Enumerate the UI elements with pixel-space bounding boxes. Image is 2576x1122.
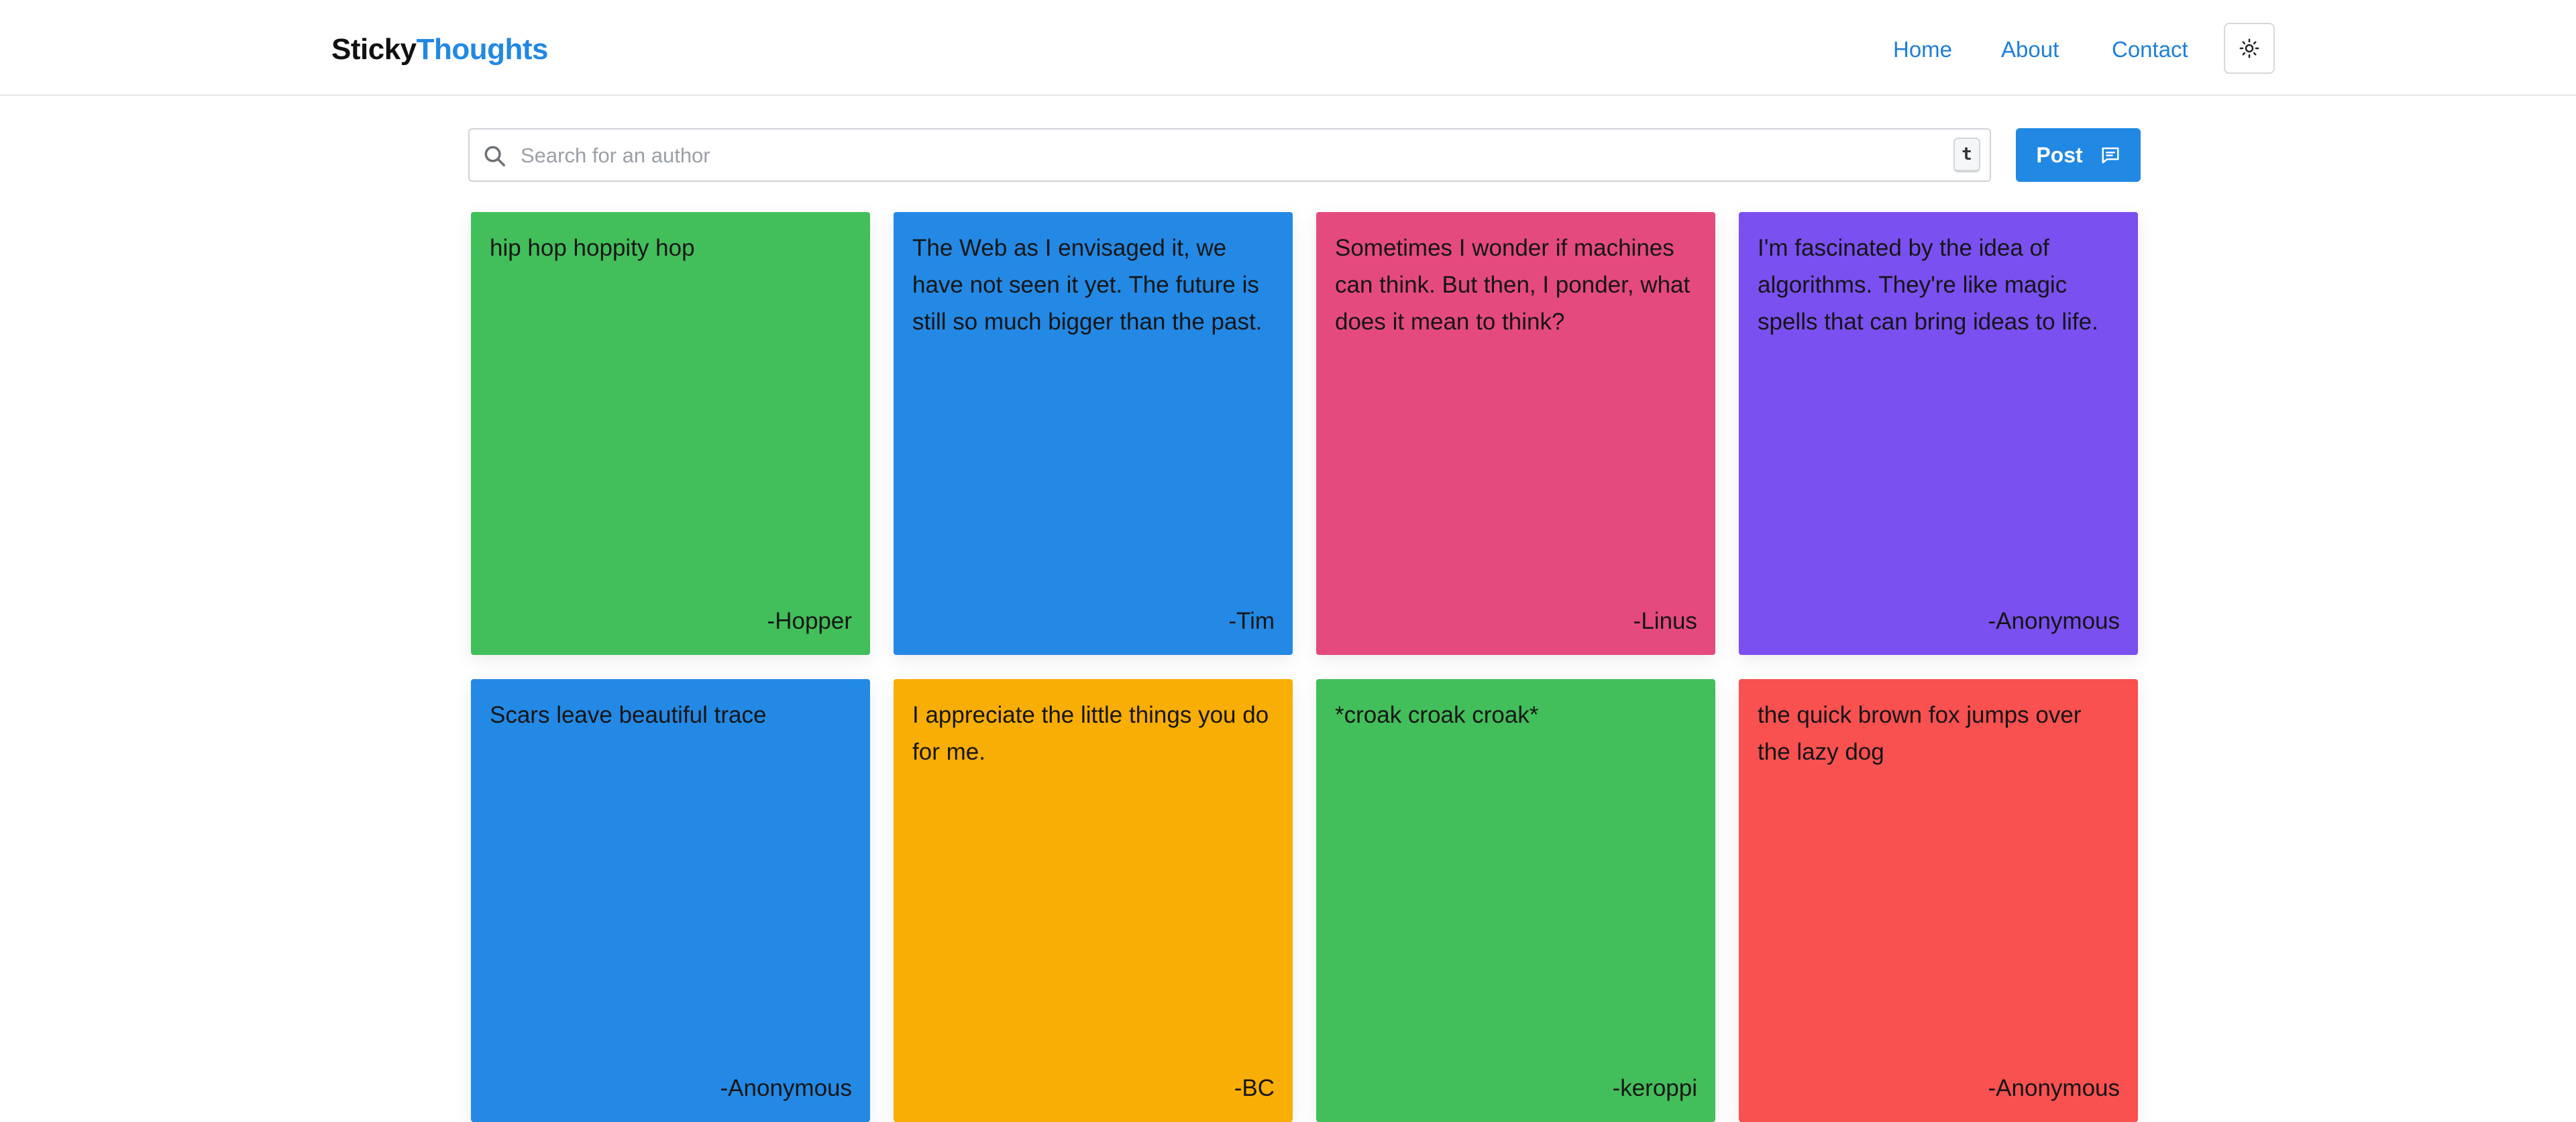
search-icon bbox=[484, 146, 505, 166]
sticky-note[interactable]: The Web as I envisaged it, we have not s… bbox=[894, 212, 1293, 655]
note-author: -Linus bbox=[1633, 608, 1697, 634]
note-author: -Anonymous bbox=[720, 1075, 852, 1101]
sticky-note[interactable]: I'm fascinated by the idea of algorithms… bbox=[1739, 212, 2138, 655]
brand-part-2: Thoughts bbox=[416, 33, 549, 66]
note-author: -Anonymous bbox=[1988, 608, 2120, 634]
note-author: -Hopper bbox=[767, 608, 852, 634]
message-square-icon bbox=[2102, 147, 2119, 164]
sticky-note[interactable]: Scars leave beautiful trace -Anonymous bbox=[471, 679, 870, 1122]
note-text: the quick brown fox jumps over the lazy … bbox=[1758, 702, 2082, 765]
nav-contact-link[interactable]: Contact bbox=[2112, 35, 2188, 64]
top-navbar: StickyThoughts Home About Contact bbox=[0, 0, 2576, 96]
sticky-note[interactable]: hip hop hoppity hop -Hopper bbox=[471, 212, 870, 655]
note-text: Scars leave beautiful trace bbox=[490, 702, 767, 728]
post-button[interactable]: Post bbox=[2016, 128, 2141, 182]
keyboard-shortcut-hint: t bbox=[1953, 138, 1980, 172]
note-text: *croak croak croak* bbox=[1335, 702, 1539, 728]
note-author: -Anonymous bbox=[1988, 1075, 2120, 1101]
theme-toggle-button[interactable] bbox=[2224, 23, 2275, 74]
note-author: -Tim bbox=[1228, 608, 1275, 634]
nav-about-link[interactable]: About bbox=[2001, 35, 2059, 64]
note-text: I appreciate the little things you do fo… bbox=[912, 702, 1269, 765]
sticky-note[interactable]: the quick brown fox jumps over the lazy … bbox=[1739, 679, 2138, 1122]
sticky-note[interactable]: Sometimes I wonder if machines can think… bbox=[1316, 212, 1715, 655]
note-author: -keroppi bbox=[1612, 1075, 1697, 1101]
note-text: The Web as I envisaged it, we have not s… bbox=[912, 235, 1263, 335]
brand-part-1: Sticky bbox=[331, 33, 417, 66]
post-button-label: Post bbox=[2036, 142, 2083, 167]
note-text: hip hop hoppity hop bbox=[490, 235, 695, 261]
author-search-box[interactable]: t bbox=[468, 128, 1991, 182]
brand-logo[interactable]: StickyThoughts bbox=[331, 31, 549, 68]
nav-home-link[interactable]: Home bbox=[1893, 35, 1952, 64]
note-text: I'm fascinated by the idea of algorithms… bbox=[1758, 235, 2098, 335]
search-input[interactable] bbox=[521, 138, 1862, 174]
note-author: -BC bbox=[1234, 1075, 1275, 1101]
note-text: Sometimes I wonder if machines can think… bbox=[1335, 235, 1690, 335]
sun-icon bbox=[2239, 38, 2259, 58]
sticky-note[interactable]: I appreciate the little things you do fo… bbox=[894, 679, 1293, 1122]
sticky-note[interactable]: *croak croak croak* -keroppi bbox=[1316, 679, 1715, 1122]
